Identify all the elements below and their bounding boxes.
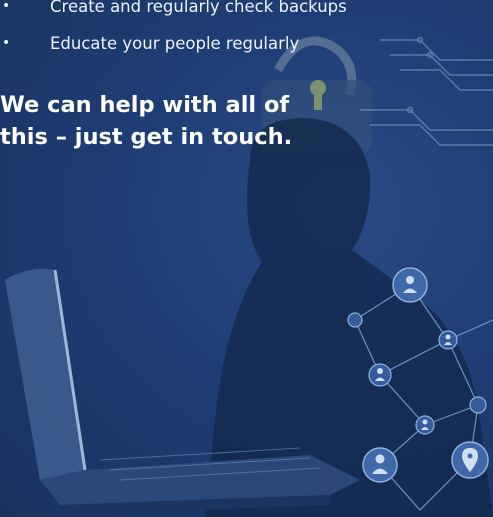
cta-line-1: We can help with all of: [0, 92, 290, 118]
bullet-marker: •: [2, 0, 11, 14]
tips-list: • Create and regularly check backups • E…: [0, 0, 493, 62]
list-item: • Educate your people regularly: [0, 25, 493, 62]
list-item-text: Create and regularly check backups: [50, 0, 347, 16]
list-item-text: Educate your people regularly: [50, 34, 300, 53]
promo-panel: • Create and regularly check backups • E…: [0, 0, 493, 517]
list-item: • Create and regularly check backups: [0, 0, 493, 25]
cta-line-2: this – just get in touch.: [0, 124, 293, 150]
bullet-marker: •: [2, 35, 11, 51]
text-content: • Create and regularly check backups • E…: [0, 0, 493, 517]
call-to-action: We can help with all of this – just get …: [0, 89, 420, 153]
